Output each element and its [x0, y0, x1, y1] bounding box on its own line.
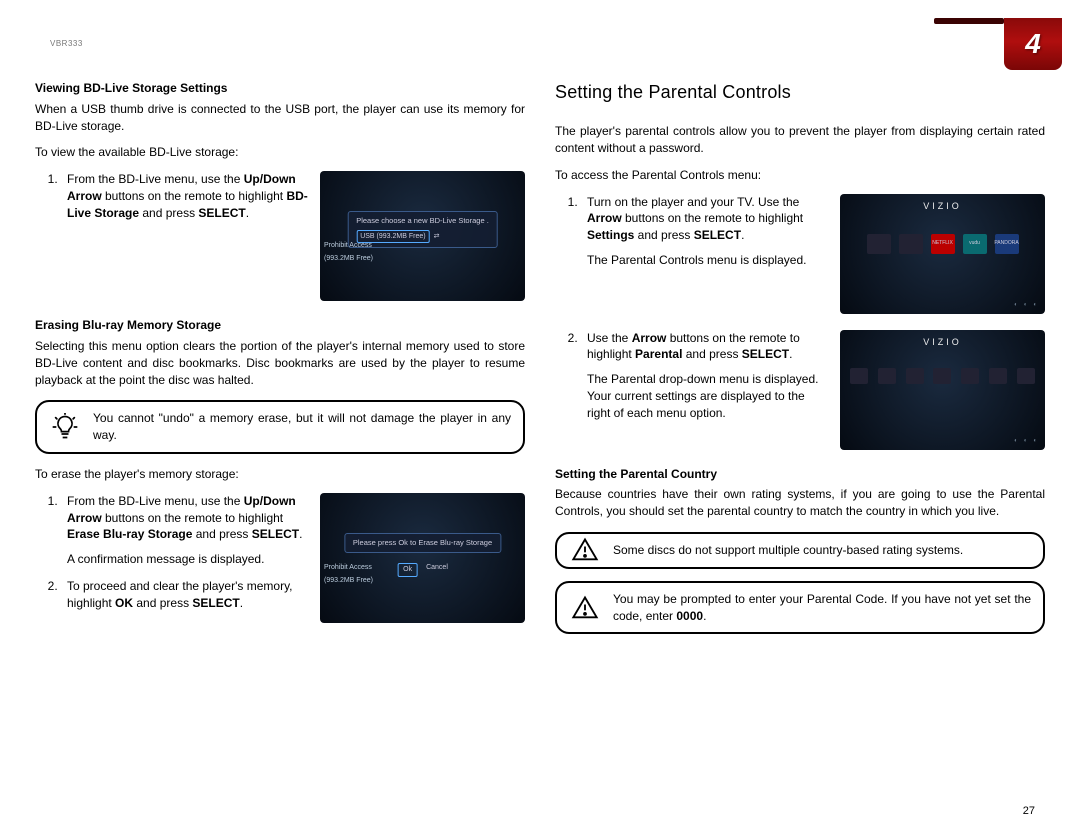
body-text: When a USB thumb drive is connected to t… [35, 101, 525, 135]
warning-icon [571, 594, 599, 622]
settings-tile [878, 368, 896, 384]
app-tile-netflix: NETFLIX [931, 234, 955, 254]
step-list: Turn on the player and your TV. Use the … [555, 194, 830, 269]
settings-tile [906, 368, 924, 384]
app-tile-pandora: PANDORA [995, 234, 1019, 254]
left-column: Viewing BD-Live Storage Settings When a … [35, 80, 525, 646]
screenshot-bdlive-storage: Please choose a new BD-Live Storage . US… [320, 171, 525, 301]
body-text: To view the available BD-Live storage: [35, 144, 525, 161]
body-text: Because countries have their own rating … [555, 486, 1045, 520]
warning-icon [571, 536, 599, 564]
app-tile-vudu: vudu [963, 234, 987, 254]
settings-tile [933, 368, 951, 384]
app-tile [899, 234, 923, 254]
body-text: The player's parental controls allow you… [555, 123, 1045, 157]
body-text: To erase the player's memory storage: [35, 466, 525, 483]
settings-tile [961, 368, 979, 384]
body-text: To access the Parental Controls menu: [555, 167, 1045, 184]
brand-logo: VIZIO [923, 200, 962, 213]
settings-tile [989, 368, 1007, 384]
screenshot-settings-menu: VIZIO ◐◐◐ [840, 330, 1045, 450]
section-heading: Erasing Blu-ray Memory Storage [35, 317, 525, 334]
step-list: From the BD-Live menu, use the Up/Down A… [35, 171, 310, 231]
chapter-tab: 4 [1004, 18, 1062, 70]
tip-note: You cannot "undo" a memory erase, but it… [35, 400, 525, 454]
step-list: Use the Arrow buttons on the remote to h… [555, 330, 830, 422]
screenshot-erase-storage: Please press Ok to Erase Blu-ray Storage… [320, 493, 525, 623]
usb-icon: ⇄ [434, 232, 440, 242]
settings-tile [1017, 368, 1035, 384]
page-title: Setting the Parental Controls [555, 80, 1045, 105]
screenshot-home-menu: VIZIO NETFLIX vudu PANDORA ◐◐◐ [840, 194, 1045, 314]
warning-note: You may be prompted to enter your Parent… [555, 581, 1045, 635]
right-column: Setting the Parental Controls The player… [555, 80, 1045, 646]
page-number: 27 [1023, 804, 1035, 819]
warning-note: Some discs do not support multiple count… [555, 532, 1045, 569]
model-label: VBR333 [50, 38, 83, 49]
section-heading: Viewing BD-Live Storage Settings [35, 80, 525, 97]
brand-logo: VIZIO [923, 336, 962, 349]
settings-tile [850, 368, 868, 384]
body-text: Selecting this menu option clears the po… [35, 338, 525, 388]
step-list: From the BD-Live menu, use the Up/Down A… [35, 493, 310, 612]
bulb-icon [51, 413, 79, 441]
app-tile [867, 234, 891, 254]
section-heading: Setting the Parental Country [555, 466, 1045, 483]
